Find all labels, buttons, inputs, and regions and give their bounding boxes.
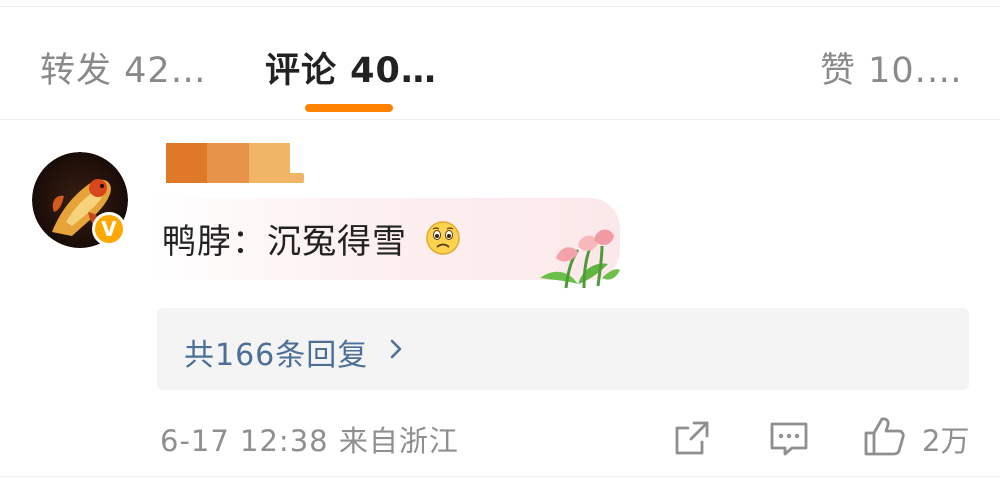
top-divider	[0, 6, 1000, 7]
chevron-right-icon	[390, 339, 402, 359]
username-block-1	[166, 143, 208, 183]
active-tab-indicator	[305, 104, 393, 112]
comment-text: 鸭脖：沉冤得雪	[162, 222, 407, 262]
username-block-3	[248, 143, 290, 183]
tab-bar: 转发 42… 评论 40… 赞 10.…	[0, 20, 1000, 118]
bottom-divider	[0, 476, 1000, 477]
like-count: 2万	[922, 424, 970, 458]
tab-comments[interactable]: 评论 40…	[265, 42, 437, 93]
tab-likes[interactable]: 赞 10.…	[820, 42, 963, 93]
replies-expander[interactable]: 共166条回复	[157, 308, 969, 390]
comment-meta: 6-17 12:38 来自浙江	[160, 418, 459, 460]
username-redacted[interactable]	[166, 143, 290, 183]
replies-count-label: 共166条回复	[184, 338, 369, 373]
username-block-2	[207, 143, 249, 183]
comment-icon[interactable]	[768, 418, 810, 458]
tab-reposts[interactable]: 转发 42…	[40, 42, 207, 93]
verified-badge-icon: V	[92, 212, 126, 246]
username-tail	[288, 173, 304, 183]
sad-face-emoji-icon	[426, 221, 460, 255]
tulips-sticker-icon	[540, 229, 620, 289]
tabs-divider	[0, 119, 1000, 120]
location-source: 来自浙江	[338, 424, 459, 458]
share-icon[interactable]	[672, 418, 712, 458]
thumbs-up-icon[interactable]	[862, 414, 906, 458]
timestamp: 6-17 12:38	[160, 424, 329, 458]
